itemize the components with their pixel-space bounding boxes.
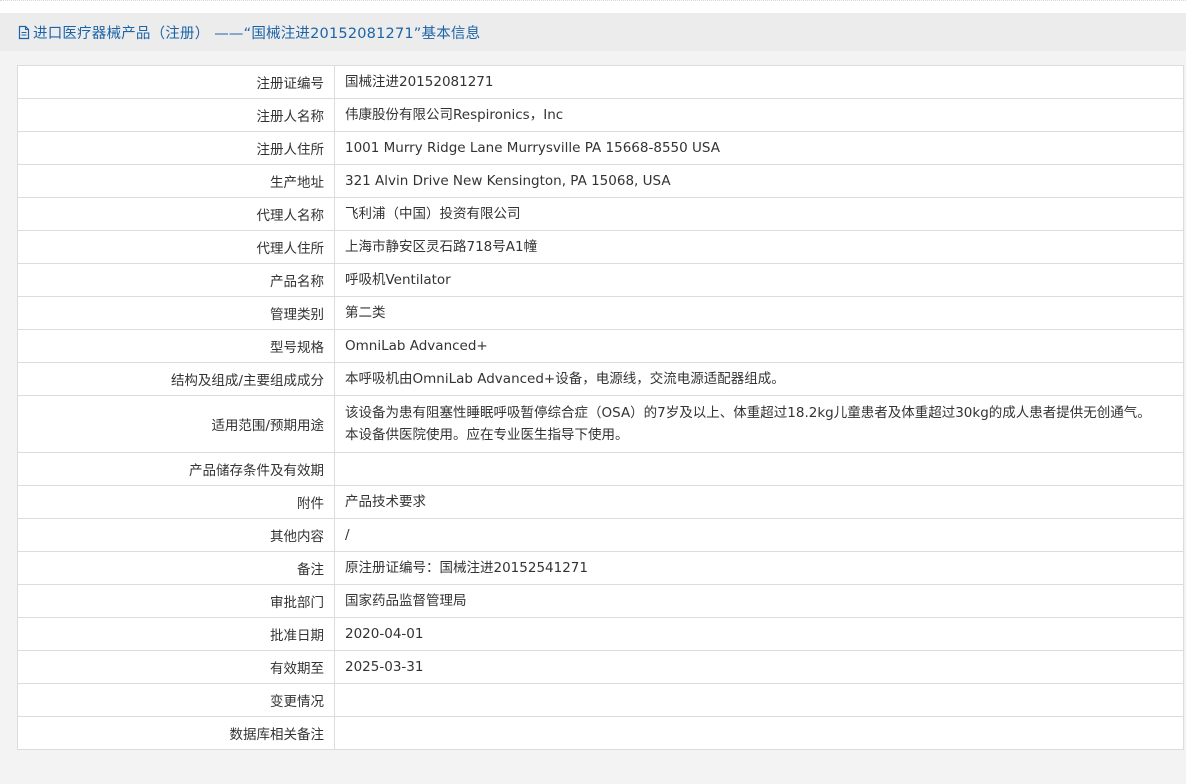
row-value: 1001 Murry Ridge Lane Murrysville PA 156…: [334, 131, 1184, 165]
row-label: 产品储存条件及有效期: [17, 452, 335, 486]
row-value: OmniLab Advanced+: [334, 329, 1184, 363]
table-row: 注册人住所 1001 Murry Ridge Lane Murrysville P…: [17, 131, 1184, 165]
row-label: 适用范围/预期用途: [17, 395, 335, 453]
row-value: 2020-04-01: [334, 617, 1184, 651]
row-value: 伟康股份有限公司Respironics，Inc: [334, 98, 1184, 132]
row-label: 结构及组成/主要组成成分: [17, 362, 335, 396]
row-label: 注册人名称: [17, 98, 335, 132]
top-dotted-divider: [0, 0, 1186, 1]
row-value: 上海市静安区灵石路718号A1幢: [334, 230, 1184, 264]
table-row: 产品名称 呼吸机Ventilator: [17, 263, 1184, 297]
table-row: 结构及组成/主要组成成分 本呼吸机由OmniLab Advanced+设备，电源线…: [17, 362, 1184, 396]
product-info-table: 注册证编号 国械注进20152081271 注册人名称 伟康股份有限公司Respir…: [17, 65, 1184, 750]
row-label: 审批部门: [17, 584, 335, 618]
table-row: 注册证编号 国械注进20152081271: [17, 65, 1184, 99]
row-label: 变更情况: [17, 683, 335, 717]
row-label: 代理人住所: [17, 230, 335, 264]
table-row: 产品储存条件及有效期: [17, 452, 1184, 486]
row-value: 原注册证编号：国械注进20152541271: [334, 551, 1184, 585]
row-value: 产品技术要求: [334, 485, 1184, 519]
row-label: 管理类别: [17, 296, 335, 330]
row-label: 型号规格: [17, 329, 335, 363]
table-row: 审批部门 国家药品监督管理局: [17, 584, 1184, 618]
table-row: 数据库相关备注: [17, 716, 1184, 750]
row-value: 本呼吸机由OmniLab Advanced+设备，电源线，交流电源适配器组成。: [334, 362, 1184, 396]
table-row: 批准日期 2020-04-01: [17, 617, 1184, 651]
content-panel: 注册证编号 国械注进20152081271 注册人名称 伟康股份有限公司Respir…: [0, 51, 1186, 784]
table-row: 管理类别 第二类: [17, 296, 1184, 330]
table-row: 其他内容 /: [17, 518, 1184, 552]
row-label: 代理人名称: [17, 197, 335, 231]
row-value: [334, 716, 1184, 750]
row-value: 321 Alvin Drive New Kensington, PA 15068…: [334, 164, 1184, 198]
page-title: 进口医疗器械产品（注册） ——“国械注进20152081271”基本信息: [33, 25, 481, 42]
row-value: 国械注进20152081271: [334, 65, 1184, 99]
page-header: 进口医疗器械产品（注册） ——“国械注进20152081271”基本信息: [0, 13, 1186, 51]
row-value: 第二类: [334, 296, 1184, 330]
row-label: 生产地址: [17, 164, 335, 198]
row-value: 呼吸机Ventilator: [334, 263, 1184, 297]
row-label: 附件: [17, 485, 335, 519]
row-value: 飞利浦（中国）投资有限公司: [334, 197, 1184, 231]
row-value: [334, 683, 1184, 717]
table-row: 注册人名称 伟康股份有限公司Respironics，Inc: [17, 98, 1184, 132]
table-row: 适用范围/预期用途 该设备为患有阻塞性睡眠呼吸暂停综合症（OSA）的7岁及以上、体…: [17, 395, 1184, 453]
row-value: 国家药品监督管理局: [334, 584, 1184, 618]
row-value: [334, 452, 1184, 486]
row-value: 2025-03-31: [334, 650, 1184, 684]
table-row: 附件 产品技术要求: [17, 485, 1184, 519]
table-row: 变更情况: [17, 683, 1184, 717]
table-row: 备注 原注册证编号：国械注进20152541271: [17, 551, 1184, 585]
row-label: 备注: [17, 551, 335, 585]
table-row: 型号规格 OmniLab Advanced+: [17, 329, 1184, 363]
table-row: 代理人住所 上海市静安区灵石路718号A1幢: [17, 230, 1184, 264]
row-label: 注册人住所: [17, 131, 335, 165]
table-row: 有效期至 2025-03-31: [17, 650, 1184, 684]
row-label: 批准日期: [17, 617, 335, 651]
document-icon: [17, 25, 31, 40]
table-row: 生产地址 321 Alvin Drive New Kensington, PA 1…: [17, 164, 1184, 198]
row-label: 数据库相关备注: [17, 716, 335, 750]
row-value: 该设备为患有阻塞性睡眠呼吸暂停综合症（OSA）的7岁及以上、体重超过18.2kg…: [334, 395, 1184, 453]
table-row: 代理人名称 飞利浦（中国）投资有限公司: [17, 197, 1184, 231]
row-label: 注册证编号: [17, 65, 335, 99]
row-label: 产品名称: [17, 263, 335, 297]
row-label: 有效期至: [17, 650, 335, 684]
row-label: 其他内容: [17, 518, 335, 552]
row-value: /: [334, 518, 1184, 552]
